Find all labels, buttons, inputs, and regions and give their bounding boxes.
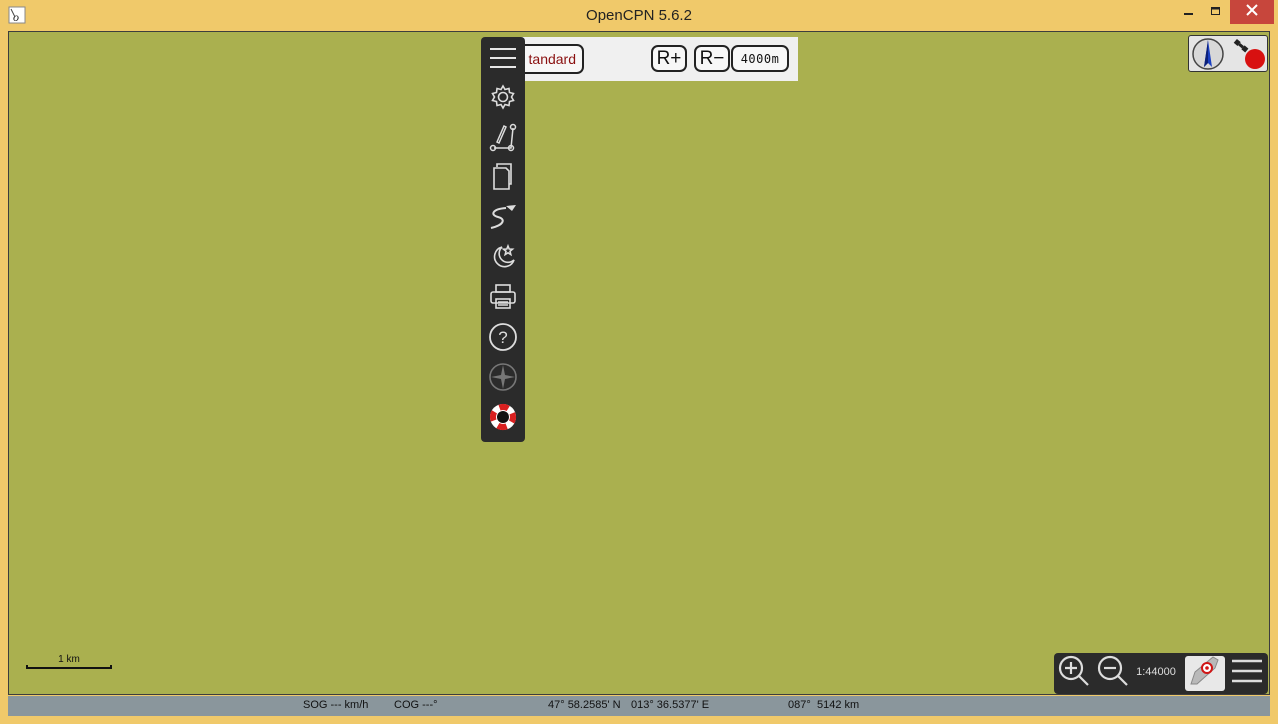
- chart-toolbar: tandard R+ R− 4000m: [517, 37, 798, 81]
- night-mode-button[interactable]: [485, 239, 521, 275]
- toolbar-menu-button[interactable]: [485, 40, 521, 76]
- hamburger-menu-icon: [489, 46, 517, 70]
- maximize-button[interactable]: [1203, 0, 1229, 24]
- zoom-out-icon: [1096, 654, 1130, 693]
- help-button[interactable]: ?: [485, 319, 521, 355]
- compass-widget[interactable]: [1188, 35, 1268, 72]
- sog-readout: SOG --- km/h: [303, 699, 369, 711]
- gear-icon: [489, 83, 517, 111]
- window-title: OpenCPN 5.6.2: [586, 7, 692, 24]
- maximize-icon: [1211, 3, 1221, 21]
- gps-satellite-status-icon: [1231, 37, 1267, 76]
- close-icon: [1246, 3, 1258, 21]
- zoom-in-button[interactable]: [1056, 654, 1092, 693]
- zoom-in-icon: [1057, 654, 1091, 693]
- help-icon: ?: [488, 322, 518, 352]
- mob-lifebuoy-icon: [488, 402, 518, 432]
- distance-readout: 5142 km: [817, 699, 860, 711]
- compass-rose-button[interactable]: [485, 359, 521, 395]
- chart-group-button[interactable]: tandard: [517, 44, 584, 74]
- printer-icon: [489, 283, 517, 311]
- route-icon: [489, 122, 517, 152]
- latitude-readout: 47° 58.2585' N: [548, 699, 621, 711]
- status-bar: SOG --- km/h COG ---° 47° 58.2585' N 013…: [8, 696, 1270, 716]
- settings-button[interactable]: [485, 79, 521, 115]
- man-overboard-button[interactable]: [485, 399, 521, 435]
- night-mode-icon: [489, 243, 517, 271]
- hamburger-menu-icon: [1231, 657, 1263, 690]
- range-value-display[interactable]: 4000m: [731, 45, 789, 72]
- range-decrease-button[interactable]: R−: [694, 45, 730, 72]
- north-arrow-icon: [1191, 37, 1225, 76]
- compass-rose-icon: [488, 362, 518, 392]
- route-button[interactable]: [485, 119, 521, 155]
- main-toolbar: ?: [481, 37, 525, 442]
- bearing-readout: 087°: [788, 699, 811, 711]
- minimize-icon: [1184, 3, 1194, 21]
- print-button[interactable]: [485, 279, 521, 315]
- documents-icon: [491, 163, 515, 191]
- follow-ship-button[interactable]: [1185, 656, 1225, 691]
- track-icon: [488, 203, 518, 231]
- bottom-menu-button[interactable]: [1229, 656, 1265, 691]
- svg-text:?: ?: [498, 328, 507, 347]
- close-button[interactable]: [1230, 0, 1274, 24]
- track-button[interactable]: [485, 199, 521, 235]
- scale-bar: 1 km: [26, 652, 112, 672]
- range-increase-button[interactable]: R+: [651, 45, 687, 72]
- scale-bar-label: 1 km: [58, 654, 80, 665]
- chart-canvas[interactable]: tandard R+ R− 4000m ? 1 km 1:44000: [8, 31, 1270, 695]
- minimize-button[interactable]: [1176, 0, 1202, 24]
- zoom-out-button[interactable]: [1095, 654, 1131, 693]
- longitude-readout: 013° 36.5377' E: [631, 699, 710, 711]
- bottom-toolbar: 1:44000: [1054, 653, 1268, 694]
- scale-ratio: 1:44000: [1136, 666, 1176, 678]
- route-manager-button[interactable]: [485, 159, 521, 195]
- own-ship-follow-icon: [1187, 654, 1223, 693]
- cog-readout: COG ---°: [394, 699, 438, 711]
- title-bar: o OpenCPN 5.6.2: [0, 0, 1278, 31]
- scale-bar-line: [26, 665, 112, 669]
